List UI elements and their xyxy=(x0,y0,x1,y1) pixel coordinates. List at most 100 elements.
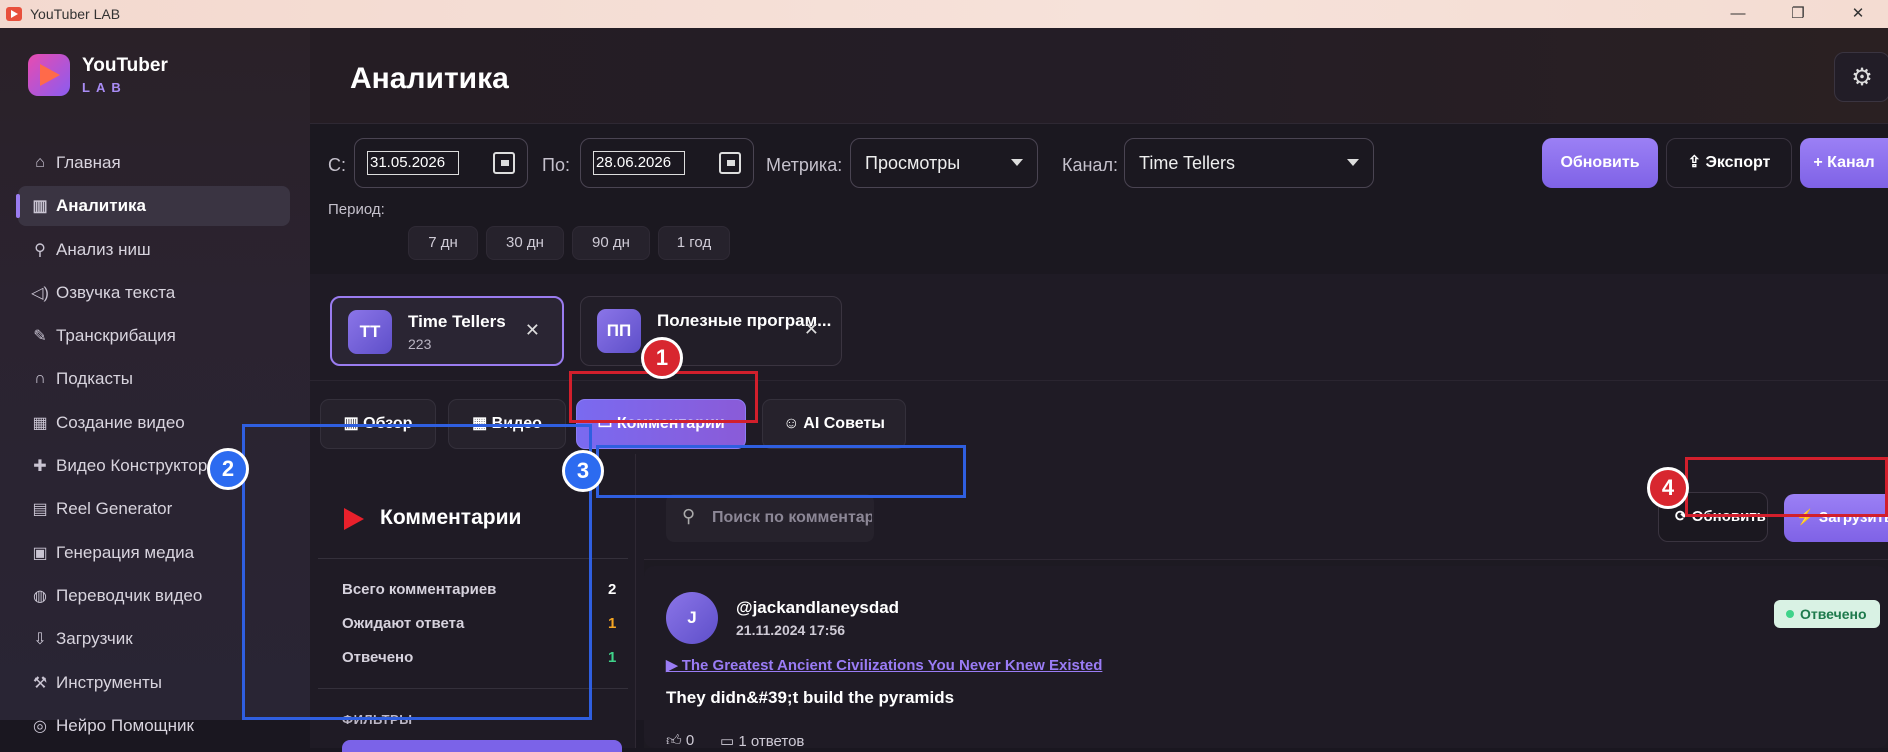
play-logo-icon xyxy=(28,54,70,96)
channel-value: Time Tellers xyxy=(1139,153,1236,173)
channel-card-time-tellers[interactable]: TT Time Tellers 223 ✕ xyxy=(330,296,564,366)
clapper-icon: ▦ xyxy=(472,415,488,432)
sidebar-nav: ⌂ Главная ▥ Аналитика ⚲ Анализ ниш ◁) Озвучк… xyxy=(16,143,290,749)
load-new-button[interactable]: ⚡ Загрузить новые xyxy=(1784,494,1888,542)
channel-name: Time Tellers xyxy=(408,312,506,331)
status-label: Отвечено xyxy=(1800,606,1867,622)
home-icon: ⌂ xyxy=(35,154,45,171)
from-date-value[interactable]: 31.05.2026 xyxy=(367,151,459,175)
title-bar: YouTuber LAB — ❐ ✕ xyxy=(0,0,1888,28)
replies-count[interactable]: ▭ 1 ответов xyxy=(720,732,804,750)
divider xyxy=(318,688,628,689)
sidebar-item-label: Инструменты xyxy=(56,672,163,692)
analytics-tabs: ▥ Обзор ▦ Видео ▭ Комментарии ☺ AI Совет… xyxy=(310,380,1888,454)
minimize-button[interactable]: — xyxy=(1708,0,1768,28)
period-7d[interactable]: 7 дн xyxy=(408,226,478,260)
comments-list-area: ⚲ Поиск по комментариям... ⟳ Обновить ⚡ … xyxy=(644,454,1888,750)
period-label: Период: xyxy=(328,201,385,218)
calendar-icon[interactable] xyxy=(719,152,741,174)
close-icon[interactable]: ✕ xyxy=(525,320,540,341)
sidebar-item-transcription[interactable]: ✎ Транскрибация xyxy=(18,316,290,356)
tab-comments[interactable]: ▭ Комментарии xyxy=(576,399,746,449)
sidebar-item-label: Создание видео xyxy=(56,412,185,432)
main-area: Аналитика ⚙ С: 31.05.2026 По: 28.06.2026… xyxy=(310,28,1888,752)
likes-value: 0 xyxy=(685,732,695,749)
stat-total-value: 2 xyxy=(608,581,617,598)
comment-card: J @jackandlaneysdad 21.11.2024 17:56 Отв… xyxy=(644,566,1888,750)
sidebar-item-label: Озвучка текста xyxy=(56,282,176,302)
period-90d[interactable]: 90 дн xyxy=(572,226,650,260)
puzzle-icon: ✚ xyxy=(33,458,47,476)
sidebar-item-video-builder[interactable]: ✚ Видео Конструктор xyxy=(18,446,290,486)
comment-author[interactable]: @jackandlaneysdad xyxy=(736,598,899,618)
sidebar-item-video-translator[interactable]: ◍ Переводчик видео xyxy=(18,576,290,616)
page-title: Аналитика xyxy=(350,62,509,95)
status-badge: Отвечено xyxy=(1774,600,1880,628)
settings-button[interactable]: ⚙ xyxy=(1834,52,1888,102)
channel-card-useful-programs[interactable]: ПП Полезные програм... 7 ✕ xyxy=(580,296,842,366)
sidebar-item-text-to-speech[interactable]: ◁) Озвучка текста xyxy=(18,273,290,313)
sidebar-item-home[interactable]: ⌂ Главная xyxy=(18,143,290,183)
like-count[interactable]: 👍︎ 0 xyxy=(666,732,694,750)
calendar-icon[interactable] xyxy=(493,152,515,174)
search-icon: ⚲ xyxy=(34,241,46,259)
logo[interactable]: YouTuber LAB xyxy=(28,54,168,96)
channel-select[interactable]: Time Tellers xyxy=(1124,138,1374,188)
search-icon: ⚲ xyxy=(682,506,696,526)
sidebar-item-niche-analysis[interactable]: ⚲ Анализ ниш xyxy=(18,230,290,270)
channel-label: Канал: xyxy=(1062,155,1118,175)
chart-icon: ▥ xyxy=(343,415,359,432)
sidebar-item-label: Подкасты xyxy=(56,369,133,389)
sidebar-item-label: Видео Конструктор xyxy=(56,456,208,476)
channel-avatar: ПП xyxy=(597,309,641,353)
annotation-badge-4: 4 xyxy=(1647,467,1689,509)
sidebar-item-tools[interactable]: ⚒ Инструменты xyxy=(18,663,290,703)
clapper-icon: ▦ xyxy=(32,414,48,432)
replies-value: 1 ответов xyxy=(738,733,805,750)
add-channel-button[interactable]: + Канал xyxy=(1800,138,1888,188)
sidebar-item-label: Генерация медиа xyxy=(56,542,195,562)
tab-label: Комментарии xyxy=(616,415,725,432)
sidebar-item-podcasts[interactable]: ∩ Подкасты xyxy=(18,359,290,399)
to-date-value[interactable]: 28.06.2026 xyxy=(593,151,685,175)
close-icon[interactable]: ✕ xyxy=(804,319,819,340)
refresh-button[interactable]: Обновить xyxy=(1542,138,1658,188)
tab-overview[interactable]: ▥ Обзор xyxy=(320,399,436,449)
annotation-badge-2: 2 xyxy=(207,448,249,490)
period-30d[interactable]: 30 дн xyxy=(486,226,564,260)
restore-button[interactable]: ❐ xyxy=(1768,0,1828,28)
annotation-badge-1: 1 xyxy=(641,337,683,379)
stat-answered-value: 1 xyxy=(608,649,617,666)
period-1y[interactable]: 1 год xyxy=(658,226,730,260)
comment-date: 21.11.2024 17:56 xyxy=(736,622,845,638)
close-window-button[interactable]: ✕ xyxy=(1828,0,1888,28)
to-label: По: xyxy=(542,155,570,175)
lightning-icon: ⚡ xyxy=(1796,509,1819,526)
metric-select[interactable]: Просмотры xyxy=(850,138,1038,188)
logo-name: YouTuber xyxy=(82,55,168,76)
video-link[interactable]: ▶ The Greatest Ancient Civilizations You… xyxy=(666,656,1102,674)
robot-icon: ☺ xyxy=(783,415,800,432)
sidebar-item-analytics[interactable]: ▥ Аналитика xyxy=(16,186,290,227)
from-date-field[interactable]: 31.05.2026 xyxy=(354,138,528,188)
sidebar-item-reel-generator[interactable]: ▤ Reel Generator xyxy=(18,489,290,529)
sidebar-item-create-video[interactable]: ▦ Создание видео xyxy=(18,403,290,443)
tab-ai-tips[interactable]: ☺ AI Советы xyxy=(762,399,906,449)
load-new-label: Загрузить новые xyxy=(1818,509,1888,526)
export-button[interactable]: ⇪ Экспорт xyxy=(1666,138,1792,188)
sidebar-item-neuro-assistant[interactable]: ◎ Нейро Помощник xyxy=(18,706,290,746)
sidebar-item-media-generation[interactable]: ▣ Генерация медиа xyxy=(18,533,290,573)
metric-value: Просмотры xyxy=(865,153,961,173)
sidebar-item-downloader[interactable]: ⇩ Загрузчик xyxy=(18,619,290,659)
filter-all-button[interactable] xyxy=(342,740,622,752)
page-header: Аналитика ⚙ xyxy=(310,28,1888,124)
tab-video[interactable]: ▦ Видео xyxy=(448,399,566,449)
to-date-field[interactable]: 28.06.2026 xyxy=(580,138,754,188)
sidebar-item-label: Загрузчик xyxy=(56,629,133,649)
thumbs-up-icon: 👍︎ xyxy=(666,732,686,749)
export-label: Экспорт xyxy=(1705,154,1771,171)
search-input[interactable]: ⚲ Поиск по комментариям... xyxy=(666,494,874,542)
sidebar-item-label: Аналитика xyxy=(56,196,146,216)
image-icon: ▣ xyxy=(32,544,48,562)
stat-total-label: Всего комментариев xyxy=(342,581,497,598)
